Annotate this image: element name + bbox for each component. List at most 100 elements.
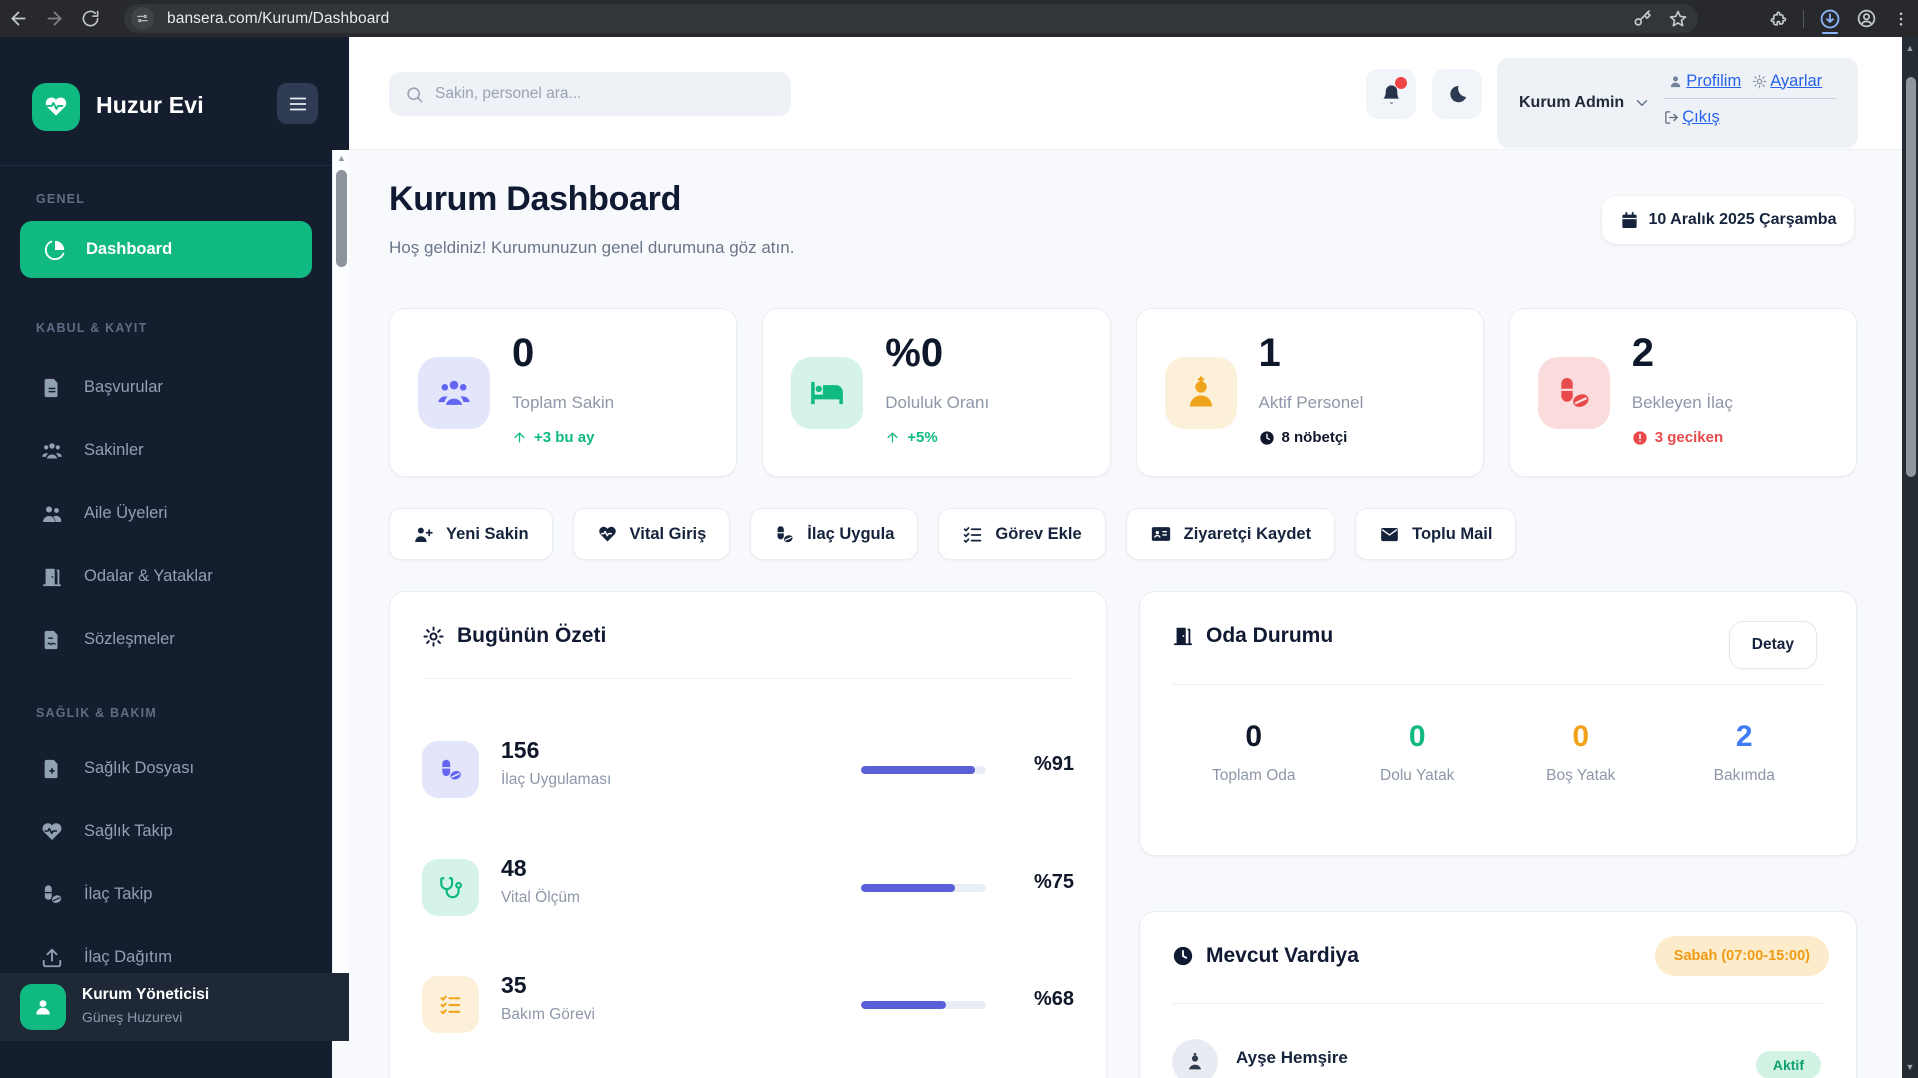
stat-card-doluluk-orani: %0 Doluluk Oranı +5% (762, 308, 1110, 477)
date-chip: 10 Aralık 2025 Çarşamba (1602, 196, 1854, 244)
task-list-icon (962, 524, 983, 545)
today-summary-card: Bugünün Özeti 156 İlaç Uygulaması %91 48… (389, 591, 1107, 1078)
card-divider (422, 678, 1074, 679)
search-box[interactable] (389, 72, 791, 116)
card-divider (1172, 684, 1824, 685)
profile-icon[interactable] (1856, 8, 1877, 29)
pills-icon (774, 524, 795, 545)
sidebar-item-sakinler[interactable]: Sakinler (20, 422, 312, 479)
page-title: Kurum Dashboard (389, 180, 681, 219)
staff-name: Ayşe Hemşire (1236, 1048, 1348, 1068)
downloads-icon[interactable] (1819, 8, 1841, 30)
bookmark-star-icon[interactable] (1668, 9, 1688, 29)
envelope-icon (1379, 524, 1400, 545)
top-header: Kurum Admin Profilim Ayarlar Çıkış (349, 37, 1902, 150)
avatar (20, 984, 66, 1030)
sidebar-scrollbar-thumb[interactable] (336, 170, 347, 267)
stat-label: Bekleyen İlaç (1632, 393, 1733, 413)
card-title: Bugünün Özeti (457, 624, 606, 648)
medical-file-icon (40, 758, 64, 780)
room-stat-label: Dolu Yatak (1336, 767, 1500, 785)
sidebar-item-saglik-takip[interactable]: Sağlık Takip (20, 803, 312, 860)
room-stat-bakimda: 2Bakımda (1663, 720, 1827, 785)
stat-trend: 8 nöbetçi (1282, 429, 1348, 446)
register-visitor-button[interactable]: Ziyaretçi Kaydet (1126, 508, 1335, 560)
stat-card-toplam-sakin: 0 Toplam Sakin +3 bu ay (389, 308, 737, 477)
room-stat-label: Toplam Oda (1172, 767, 1336, 785)
search-input[interactable] (435, 85, 765, 103)
dark-mode-button[interactable] (1432, 69, 1482, 119)
room-stat-value: 0 (1172, 720, 1336, 754)
scroll-up-arrow[interactable]: ▲ (1902, 43, 1918, 53)
scroll-down-arrow[interactable]: ▼ (1902, 1062, 1918, 1072)
stats-row: 0 Toplam Sakin +3 bu ay %0 Doluluk Oranı… (389, 308, 1857, 477)
url-text[interactable]: bansera.com/Kurum/Dashboard (167, 10, 389, 28)
reload-button[interactable] (72, 4, 108, 34)
clock-icon (1259, 430, 1275, 446)
residents-icon (418, 357, 490, 429)
page-scrollbar[interactable]: ▲ ▼ (1902, 37, 1918, 1078)
sidebar-item-label: Sağlık Dosyası (84, 759, 194, 778)
progress-bar (861, 884, 986, 892)
stat-value: 1 (1259, 331, 1281, 376)
summary-row-bakim: 35 Bakım Görevi %68 (390, 976, 1108, 1033)
sidebar-user-card[interactable]: Kurum Yöneticisi Güneş Huzurevi (0, 973, 349, 1041)
sidebar-item-label: Sakinler (84, 441, 144, 460)
room-stat-value: 0 (1499, 720, 1663, 754)
sidebar-item-dashboard[interactable]: Dashboard (20, 221, 312, 278)
staff-row: Ayşe Hemşire Aktif (1172, 1035, 1826, 1078)
row-label: Bakım Görevi (501, 1006, 595, 1024)
settings-link[interactable]: Ayarlar (1770, 72, 1822, 91)
main-content: Kurum Dashboard Hoş geldiniz! Kurumunuzu… (349, 150, 1902, 1078)
sidebar-item-ilac-takip[interactable]: İlaç Takip (20, 866, 312, 923)
page-subtitle: Hoş geldiniz! Kurumunuzun genel durumuna… (389, 238, 794, 258)
bed-icon (791, 357, 863, 429)
summary-row-ilac: 156 İlaç Uygulaması %91 (390, 741, 1108, 798)
action-label: Görev Ekle (995, 525, 1081, 544)
scroll-up-arrow[interactable]: ▲ (333, 153, 350, 163)
section-label-saglik-bakim: SAĞLIK & BAKIM (36, 706, 157, 720)
extensions-icon[interactable] (1768, 9, 1788, 29)
card-title: Mevcut Vardiya (1206, 944, 1359, 968)
address-bar[interactable]: bansera.com/Kurum/Dashboard (124, 4, 1698, 33)
site-settings-icon[interactable] (131, 7, 154, 30)
sidebar-toggle-button[interactable] (277, 83, 318, 124)
sidebar-scrollbar: ▲ ▼ (332, 37, 349, 1010)
page-scrollbar-thumb[interactable] (1906, 77, 1916, 477)
door-icon (40, 566, 64, 588)
sidebar-divider (0, 165, 332, 166)
user-menu[interactable]: Kurum Admin Profilim Ayarlar Çıkış (1497, 58, 1858, 148)
bulk-mail-button[interactable]: Toplu Mail (1355, 508, 1516, 560)
add-task-button[interactable]: Görev Ekle (938, 508, 1105, 560)
detail-button[interactable]: Detay (1729, 621, 1817, 669)
menu-kebab-icon[interactable] (1892, 10, 1910, 28)
sidebar-item-saglik-dosyasi[interactable]: Sağlık Dosyası (20, 740, 312, 797)
forward-button[interactable] (36, 4, 72, 34)
action-label: Ziyaretçi Kaydet (1184, 525, 1311, 544)
logout-link[interactable]: Çıkış (1682, 108, 1720, 127)
action-label: Toplu Mail (1412, 525, 1492, 544)
profile-link[interactable]: Profilim (1686, 72, 1741, 91)
id-card-icon (1150, 523, 1172, 545)
section-label-kabul-kayit: KABUL & KAYIT (36, 321, 147, 335)
stat-value: 2 (1632, 331, 1654, 376)
apply-medication-button[interactable]: İlaç Uygula (750, 508, 918, 560)
room-stat-label: Bakımda (1663, 767, 1827, 785)
chevron-down-icon (1633, 94, 1651, 112)
sidebar-item-label: Sözleşmeler (84, 630, 175, 649)
sidebar-scrollbar-track[interactable]: ▲ ▼ (332, 150, 349, 1010)
progress-percent: %91 (1034, 753, 1074, 776)
nurse-avatar (1172, 1039, 1218, 1078)
arrow-up-icon (885, 430, 900, 445)
vital-entry-button[interactable]: Vital Giriş (573, 508, 731, 560)
sidebar-item-aile-uyeleri[interactable]: Aile Üyeleri (20, 485, 312, 542)
progress-percent: %68 (1034, 988, 1074, 1011)
sidebar-item-basvurular[interactable]: Başvurular (20, 359, 312, 416)
sidebar-item-sozlesmeler[interactable]: Sözleşmeler (20, 611, 312, 668)
notifications-button[interactable] (1366, 69, 1416, 119)
back-button[interactable] (0, 4, 36, 34)
new-resident-button[interactable]: Yeni Sakin (389, 508, 553, 560)
toolbar-divider (1803, 10, 1804, 28)
password-key-icon[interactable] (1632, 9, 1652, 29)
sidebar-item-odalar-yataklar[interactable]: Odalar & Yataklar (20, 548, 312, 605)
